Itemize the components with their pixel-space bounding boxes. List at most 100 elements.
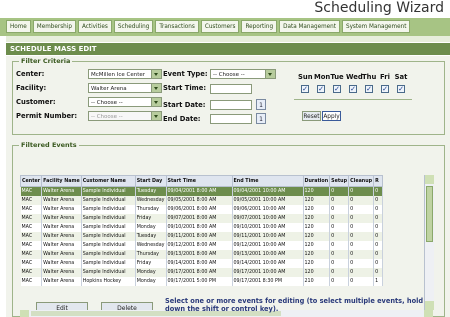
table-row[interactable]: MAC Walter Arena Sample Individual Thursday…: [20, 250, 384, 259]
cell-r: 0: [373, 196, 384, 205]
cell-start-day: Thursday: [135, 250, 167, 259]
cell-r: 0: [373, 250, 384, 259]
cell-r: 1: [373, 277, 384, 286]
apply-button[interactable]: Apply: [322, 111, 341, 121]
column-header-cleanup[interactable]: Cleanup: [348, 175, 375, 187]
cell-start-time: 09/17/2001 8:00 AM: [166, 268, 233, 277]
center-select[interactable]: McMillen Ice Center: [88, 69, 162, 79]
cell-facility-name: Walter Arena: [41, 214, 82, 223]
cell-start-time: 09/12/2001 8:00 AM: [166, 241, 233, 250]
checkbox-sun[interactable]: ✓: [301, 85, 309, 93]
checkbox-sat[interactable]: ✓: [397, 85, 405, 93]
table-row[interactable]: MAC Walter Arena Sample Individual Tuesday 0…: [20, 186, 384, 196]
cell-customer-name: Sample Individual: [81, 250, 136, 259]
scroll-up-icon[interactable]: [425, 175, 434, 184]
cell-start-time: 09/06/2001 8:00 AM: [166, 205, 233, 214]
nav-customers[interactable]: Customers: [200, 20, 240, 33]
calendar-icon[interactable]: 1: [256, 113, 266, 124]
cell-center: MAC: [20, 277, 43, 286]
nav-data-management[interactable]: Data Management: [279, 20, 340, 33]
nav-transactions[interactable]: Transactions: [155, 20, 199, 33]
cell-customer-name: Hopkins Hockey: [81, 277, 136, 286]
column-header-customer-name[interactable]: Customer Name: [80, 175, 136, 187]
scroll-left-icon[interactable]: [20, 310, 29, 317]
cell-start-time: 09/05/2001 8:00 AM: [166, 196, 233, 205]
column-header-start-time[interactable]: Start Time: [165, 175, 233, 187]
cell-end-time: 09/10/2001 10:00 AM: [232, 223, 304, 232]
cell-customer-name: Sample Individual: [81, 214, 136, 223]
cell-setup: 0: [329, 205, 350, 214]
column-header-duration[interactable]: Duration: [302, 175, 331, 187]
cell-duration: 120: [303, 259, 331, 268]
cell-end-time: 09/06/2001 10:00 AM: [232, 205, 304, 214]
table-row[interactable]: MAC Walter Arena Sample Individual Monday 09…: [20, 268, 384, 277]
nav-activities[interactable]: Activities: [77, 20, 112, 33]
nav-reporting[interactable]: Reporting: [241, 20, 278, 33]
cell-start-day: Monday: [135, 268, 167, 277]
day-label-fri: Fri: [380, 73, 390, 81]
cell-duration: 120: [303, 232, 331, 241]
cell-r: 0: [373, 186, 384, 196]
permit-number-select[interactable]: -- Choose --: [88, 111, 162, 121]
cell-setup: 0: [329, 196, 350, 205]
table-row[interactable]: MAC Walter Arena Sample Individual Friday 09…: [20, 214, 384, 223]
chevron-down-icon: [151, 70, 161, 78]
cell-facility-name: Walter Arena: [41, 241, 82, 250]
table-row[interactable]: MAC Walter Arena Sample Individual Monday 09…: [20, 223, 384, 232]
cell-start-time: 09/10/2001 8:00 AM: [166, 223, 233, 232]
table-row[interactable]: MAC Walter Arena Sample Individual Friday 09…: [20, 259, 384, 268]
day-label-sat: Sat: [394, 73, 408, 81]
cell-start-time: 09/04/2001 8:00 AM: [166, 186, 233, 196]
checkbox-tue[interactable]: ✓: [333, 85, 341, 93]
table-row[interactable]: MAC Walter Arena Sample Individual Tuesday 0…: [20, 232, 384, 241]
cell-end-time: 09/17/2001 10:00 AM: [232, 268, 304, 277]
column-header-start-day[interactable]: Start Day: [134, 175, 167, 187]
start-date-input[interactable]: [210, 100, 252, 110]
checkbox-thu[interactable]: ✓: [365, 85, 373, 93]
scroll-thumb[interactable]: [426, 186, 433, 242]
table-row[interactable]: MAC Walter Arena Hopkins Hockey Monday 09/17…: [20, 277, 384, 286]
cell-center: MAC: [20, 250, 43, 259]
column-header-r[interactable]: R: [373, 175, 384, 187]
cell-cleanup: 0: [348, 268, 375, 277]
cell-duration: 120: [303, 186, 331, 196]
permit-number-label: Permit Number:: [16, 112, 78, 120]
reset-button[interactable]: Reset: [302, 111, 321, 121]
nav-scheduling[interactable]: Scheduling: [113, 20, 154, 33]
event-type-select[interactable]: -- Choose --: [210, 69, 276, 79]
cell-facility-name: Walter Arena: [41, 277, 82, 286]
vertical-scrollbar[interactable]: [424, 175, 434, 310]
facility-label: Facility:: [16, 84, 47, 92]
checkbox-wed[interactable]: ✓: [349, 85, 357, 93]
start-date-label: Start Date:: [163, 101, 206, 109]
column-header-setup[interactable]: Setup: [329, 175, 350, 187]
calendar-icon[interactable]: 1: [256, 99, 266, 110]
nav-home[interactable]: Home: [6, 20, 31, 33]
cell-facility-name: Walter Arena: [41, 223, 82, 232]
customer-select[interactable]: -- Choose --: [88, 97, 162, 107]
column-header-center[interactable]: Center: [19, 175, 43, 187]
cell-center: MAC: [20, 223, 43, 232]
checkbox-fri[interactable]: ✓: [381, 85, 389, 93]
column-header-end-time[interactable]: End Time: [231, 175, 304, 187]
cell-facility-name: Walter Arena: [41, 259, 82, 268]
cell-start-time: 09/13/2001 8:00 AM: [166, 250, 233, 259]
cell-r: 0: [373, 232, 384, 241]
table-row[interactable]: MAC Walter Arena Sample Individual Wednesda…: [20, 196, 384, 205]
cell-r: 0: [373, 259, 384, 268]
cell-customer-name: Sample Individual: [81, 196, 136, 205]
filter-criteria-legend: Filter Criteria: [19, 57, 73, 65]
nav-underline-strip: [6, 36, 450, 42]
nav-membership[interactable]: Membership: [32, 20, 76, 33]
start-time-input[interactable]: [210, 84, 252, 94]
end-date-input[interactable]: [210, 114, 252, 124]
cell-duration: 120: [303, 268, 331, 277]
cell-cleanup: 0: [348, 214, 375, 223]
facility-select[interactable]: Walter Arena: [88, 83, 162, 93]
cell-center: MAC: [20, 259, 43, 268]
checkbox-mon[interactable]: ✓: [317, 85, 325, 93]
column-header-facility-name[interactable]: Facility Name: [41, 175, 82, 187]
table-row[interactable]: MAC Walter Arena Sample Individual Wednesda…: [20, 241, 384, 250]
nav-system-management[interactable]: System Management: [341, 20, 411, 33]
table-row[interactable]: MAC Walter Arena Sample Individual Thursday…: [20, 205, 384, 214]
